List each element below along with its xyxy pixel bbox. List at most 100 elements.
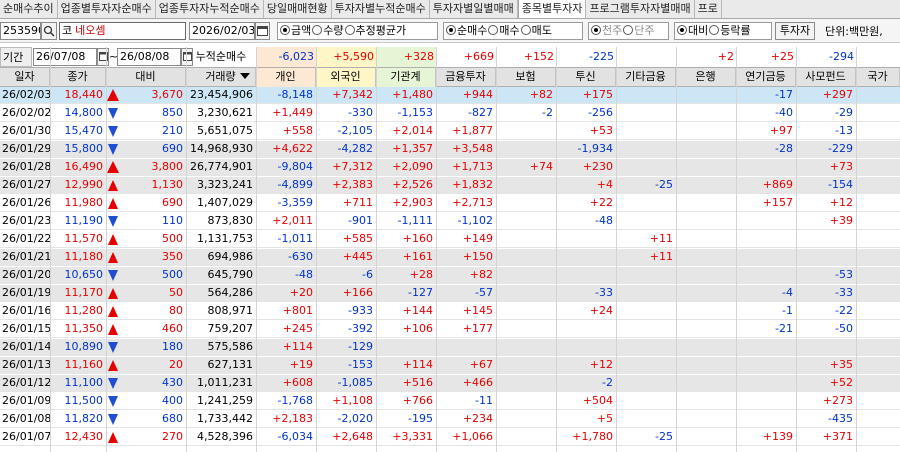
radio-button[interactable]: [677, 25, 687, 35]
table-row[interactable]: 26/01/12 11,100 430 1,011,231 +608 -1,085 +516…: [0, 375, 900, 392]
radio-button[interactable]: [488, 25, 499, 35]
table-row[interactable]: 26/01/22 11,570 500 1,131,753 -1,011 +585 +160…: [0, 231, 900, 248]
tab-2[interactable]: 업종투자자누적순매수: [156, 0, 264, 18]
tab-1[interactable]: 업종별투자자순매수: [58, 0, 156, 18]
column-header[interactable]: 은행: [676, 68, 736, 87]
table-row[interactable]: 26/01/19 11,170 50 564,286 +20 +166 -127 -57 -33…: [0, 285, 900, 302]
table-row[interactable]: 26/01/26 11,980 690 1,407,029 -3,359 +711 +2,9…: [0, 195, 900, 212]
stock-name-field[interactable]: 코 네오셈: [59, 22, 186, 40]
column-header[interactable]: 사모펀드: [796, 68, 856, 87]
cell-fin: +1,713: [452, 160, 493, 173]
column-header[interactable]: 보험: [496, 68, 556, 87]
unit-option[interactable]: 금액: [280, 23, 311, 39]
radio-button[interactable]: [344, 25, 355, 35]
cell-nat: [856, 123, 900, 140]
search-icon[interactable]: [41, 22, 57, 40]
cell-inst: +2,090: [392, 160, 433, 173]
cell-chg: 500: [106, 231, 186, 248]
tab-5[interactable]: 투자자별일별매매: [430, 0, 518, 18]
sort-dropdown-icon[interactable]: [240, 73, 250, 79]
investor-button[interactable]: 투자자: [775, 22, 815, 40]
column-header[interactable]: 투신: [556, 68, 616, 87]
table-row[interactable]: 26/01/16 11,280 80 808,971 +801 -933 +144 +145 +…: [0, 303, 900, 320]
compare-option[interactable]: 등락률: [709, 23, 751, 39]
table-row[interactable]: 26/01/14 10,890 180 575,586 +114 -129: [0, 339, 900, 356]
cell-vol: 564,286: [207, 286, 254, 299]
tab-6[interactable]: 종목별투자자: [517, 0, 587, 18]
table-row[interactable]: 26/01/20 10,650 500 645,790 -48 -6 +28 +82 -53: [0, 267, 900, 284]
cell-frn: -901: [348, 214, 373, 227]
tab-4[interactable]: 투자자별누적순매수: [332, 0, 430, 18]
column-header[interactable]: 대비: [106, 68, 186, 87]
period-from-field[interactable]: 26/07/08: [33, 48, 97, 66]
column-header[interactable]: 연기금등: [736, 68, 796, 87]
stock-code-field[interactable]: 253590: [0, 22, 41, 40]
change-value: 690: [162, 142, 183, 155]
column-header[interactable]: 기타금융: [616, 68, 676, 87]
table-row[interactable]: 26/02/02 14,800 850 3,230,621 +1,449 -330 -1,1…: [0, 105, 900, 122]
radio-button[interactable]: [709, 25, 720, 35]
radio-button[interactable]: [623, 25, 634, 35]
cell-oth: [616, 123, 676, 140]
column-header[interactable]: 일자: [0, 68, 50, 87]
cell-chg: 460: [106, 321, 186, 338]
table-row[interactable]: 26/01/28 16,490 3,800 26,774,901 -9,804 +7,31…: [0, 159, 900, 176]
trade-option[interactable]: 매수: [488, 23, 520, 39]
table-row[interactable]: 26/01/29 15,800 690 14,968,930 +4,622 -4,282 +…: [0, 141, 900, 158]
radio-button[interactable]: [520, 25, 531, 35]
up-arrow-icon: [107, 89, 119, 101]
table-row[interactable]: 26/01/21 11,180 350 694,986 -630 +445 +161 +150…: [0, 249, 900, 266]
table-row[interactable]: 26/02/03 18,440 3,670 23,454,906 -8,148 +7,34…: [0, 87, 900, 104]
tab-8[interactable]: 프로: [695, 0, 722, 18]
table-row[interactable]: 26/01/08 11,820 680 1,733,442 +2,183 -2,020 -1…: [0, 411, 900, 428]
unit-option[interactable]: 수량: [312, 23, 344, 39]
trade-option[interactable]: 매도: [520, 23, 552, 39]
column-header[interactable]: 기관계: [376, 68, 436, 87]
radio-button[interactable]: [446, 25, 456, 35]
change-value: 50: [169, 286, 183, 299]
cell-pen: [736, 231, 796, 248]
cell-close: 12,430: [64, 430, 104, 443]
down-arrow-icon: [108, 378, 118, 389]
period-to-field[interactable]: 26/08/08: [117, 48, 181, 66]
radio-button[interactable]: [312, 25, 323, 35]
table-row[interactable]: 26/01/15 11,350 460 759,207 +245 -392 +106 +177…: [0, 321, 900, 338]
cell-oth: [616, 339, 676, 356]
share-option[interactable]: 단주: [623, 23, 655, 39]
tab-7[interactable]: 프로그램투자자별매매: [586, 0, 695, 18]
column-header[interactable]: 종가: [50, 68, 106, 87]
table-row[interactable]: 26/01/23 11,190 110 873,830 +2,011 -901 -1,111…: [0, 213, 900, 230]
table-row[interactable]: 26/01/13 11,160 20 627,131 +19 -153 +114 +67 +12…: [0, 357, 900, 374]
table-row[interactable]: 26/01/27 12,990 1,130 3,323,241 -4,899 +2,383…: [0, 177, 900, 194]
cell-chg: 680: [106, 411, 186, 428]
column-header[interactable]: 외국인: [316, 68, 376, 87]
table-row[interactable]: 26/01/30 15,470 210 5,651,075 +558 -2,105 +2,0…: [0, 123, 900, 140]
cell-pef: +297: [822, 88, 853, 101]
calendar-icon[interactable]: [97, 48, 109, 66]
table-row[interactable]: 26/01/07 12,430 270 4,528,396 -6,034 +2,648 +3…: [0, 429, 900, 446]
cell-frn: -2,105: [337, 124, 373, 137]
compare-option[interactable]: 대비: [677, 23, 708, 39]
date-field[interactable]: 2026/02/03: [189, 22, 255, 40]
cell-vol: 1,131,753: [197, 232, 253, 245]
column-header[interactable]: 개인: [256, 68, 316, 87]
share-option[interactable]: 천주: [591, 23, 622, 39]
trade-option[interactable]: 순매수: [446, 23, 487, 39]
column-header[interactable]: 금융투자: [436, 68, 496, 87]
unit-option[interactable]: 추정평균가: [344, 23, 406, 39]
tab-0[interactable]: 순매수추이: [0, 0, 58, 18]
cell-pen: [736, 339, 796, 356]
column-header[interactable]: 국가: [856, 68, 900, 87]
change-value: 110: [162, 214, 183, 227]
tab-3[interactable]: 당일매매현황: [264, 0, 332, 18]
cell-inst: [376, 339, 436, 356]
cell-oth: -25: [655, 430, 673, 443]
radio-button[interactable]: [591, 25, 601, 35]
cell-ins: +82: [529, 88, 553, 101]
radio-button[interactable]: [280, 25, 290, 35]
cell-pen: [736, 249, 796, 266]
calendar-icon[interactable]: [255, 22, 270, 40]
cell-chg: 690: [106, 141, 186, 158]
table-row[interactable]: 26/01/09 11,500 400 1,241,259 -1,768 +1,108 +7…: [0, 393, 900, 410]
sum-individual: -6,023: [256, 47, 316, 67]
